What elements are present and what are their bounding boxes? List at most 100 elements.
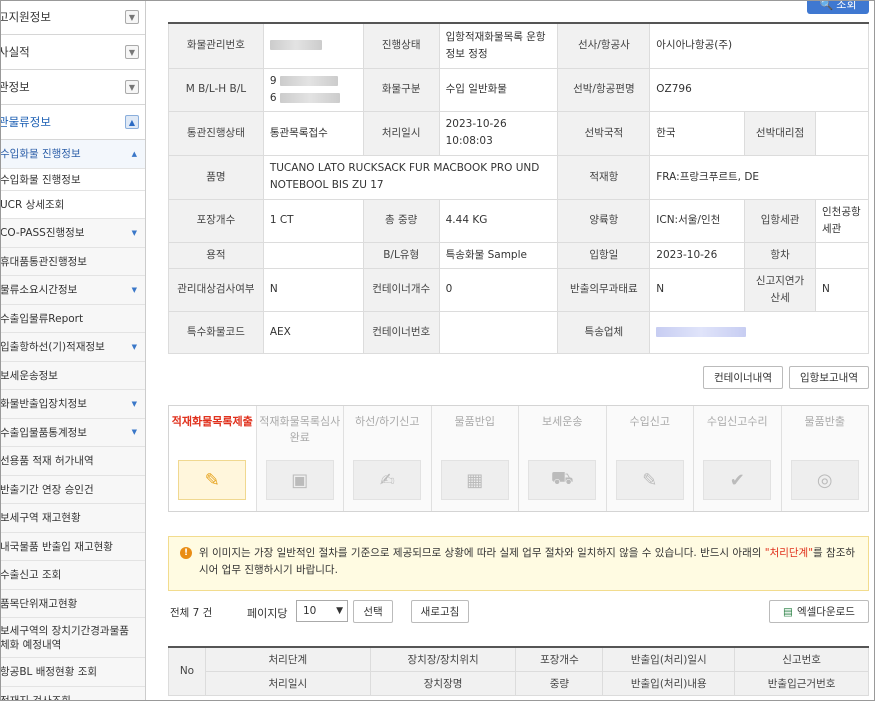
per-page-value: 10 [303, 605, 317, 617]
sidebar-item-item-stock[interactable]: 품목단위재고현황 [0, 589, 145, 618]
chevron-down-icon: ▼ [336, 606, 343, 616]
sidebar-item-bonded-transport[interactable]: 보세운송정보 [0, 361, 145, 390]
usage-value [262, 241, 364, 269]
step-label: 보세운송 [542, 415, 583, 428]
col-header: 장치장명 [369, 670, 517, 696]
per-page-select[interactable]: 10 ▼ [296, 600, 348, 622]
sidebar-item-import-progress[interactable]: 수입화물 진행정보 ▲ [0, 140, 145, 169]
sidebar-item-report[interactable]: 수출입물류Report [0, 304, 145, 333]
col-no: No [168, 646, 206, 696]
list-toolbar: 전체 7 건 페이지당 10 ▼ 선택 새로고침 ▤ 엑셀다운로드 [168, 600, 869, 624]
sidebar-subitem-import-progress[interactable]: 수입화물 진행정보 [0, 168, 145, 191]
excel-icon: ▤ [783, 605, 793, 618]
container-count-label: 컨테이너개수 [362, 267, 440, 312]
sidebar-item-cargo-inout[interactable]: 화물반출입장치정보 ▼ [0, 390, 145, 419]
refresh-button[interactable]: 새로고침 [411, 600, 469, 623]
bl-prefix-house: 6 [269, 91, 277, 104]
sidebar-group-customs[interactable]: 관정보 ▼ [0, 70, 145, 105]
search-icon: 🔍 [819, 0, 834, 11]
unload-port-label: 양륙항 [557, 198, 651, 243]
step-label: 하선/하기신고 [355, 415, 420, 428]
sidebar-item-label: CO-PASS진행정보 [0, 227, 85, 240]
step-bonded-transport: 보세운송 ⛟ [519, 406, 607, 511]
caret-down-icon: ▼ [131, 428, 137, 437]
search-button-label: 조회 [836, 0, 857, 11]
sidebar-item-label: 수출입물류Report [0, 312, 84, 325]
sidebar-item-label: UCR 상세조회 [0, 198, 65, 211]
caret-up-icon: ▲ [131, 149, 137, 158]
sidebar-item-ship-supplies[interactable]: 선용품 적재 허가내역 [0, 447, 145, 476]
chevron-down-icon[interactable]: ▼ [125, 80, 139, 94]
step-import-declaration: 수입신고 ✎ [606, 406, 694, 511]
sidebar-group-results[interactable]: 사실적 ▼ [0, 35, 145, 70]
col-header: 신고번호 [734, 646, 869, 672]
bl-type-label: B/L유형 [362, 241, 440, 269]
caret-down-icon: ▼ [131, 342, 137, 351]
inspect-value: N [262, 267, 364, 312]
col-header: 장치장/장치위치 [369, 646, 517, 672]
chevron-down-icon[interactable]: ▼ [125, 45, 139, 59]
step-goods-out: 물품반출 ◎ [781, 406, 868, 511]
chevron-up-icon[interactable]: ▲ [125, 115, 139, 129]
special-code-label: 특수화물코드 [168, 310, 264, 354]
sidebar-group-support[interactable]: 고지원정보 ▼ [0, 0, 145, 35]
sidebar-item-air-bl[interactable]: 항공BL 배정현황 조회 [0, 658, 145, 687]
cargo-no-label: 화물관리번호 [168, 22, 264, 69]
voyage-value [815, 241, 869, 269]
processed-value: 2023-10-26 10:08:03 [438, 110, 559, 156]
container-no-value [438, 310, 559, 354]
excel-download-button[interactable]: ▤ 엑셀다운로드 [769, 600, 869, 623]
sidebar-item-inspection[interactable]: 적재지 검사조회 [0, 686, 145, 701]
agent-value [815, 110, 869, 156]
step-label: 수입신고 [629, 415, 670, 428]
warning-icon: ! [180, 547, 192, 559]
step-label: 물품반입 [454, 415, 495, 428]
sidebar-item-label: 수입화물 진행정보 [0, 148, 81, 161]
step-label: 적재화물목록심사완료 [259, 415, 341, 444]
redacted-mask [656, 326, 747, 337]
notice-text: 위 이미지는 가장 일반적인 절차를 기준으로 제공되므로 상황에 따라 실제 … [199, 547, 765, 559]
sidebar-item-label: 선용품 적재 허가내역 [0, 455, 94, 468]
flight-label: 선박/항공편명 [557, 67, 651, 112]
stamp-icon: ▣ [265, 460, 334, 500]
sidebar-item-bonded-stock[interactable]: 보세구역 재고현황 [0, 504, 145, 533]
sidebar-item-ucr[interactable]: UCR 상세조회 [0, 190, 145, 219]
status-label: 진행상태 [362, 22, 440, 69]
select-button[interactable]: 선택 [353, 600, 393, 623]
step-label: 물품반출 [804, 415, 845, 428]
bl-type-value: 특송화물 Sample [438, 241, 559, 269]
carrier-label: 선사/항공사 [557, 22, 651, 69]
sidebar-item-overdue-goods[interactable]: 보세구역의 장치기간경과물품 체화 예정내역 [0, 618, 145, 658]
col-header: 중량 [515, 670, 604, 696]
step-unloading: 하선/하기신고 ✍ [344, 406, 432, 511]
notice-highlight: "처리단계" [764, 547, 814, 559]
col-header: 포장개수 [515, 646, 604, 672]
redacted-mask [269, 40, 322, 51]
item-value: TUCANO LATO RUCKSACK FUR MACBOOK PRO UND… [262, 154, 559, 200]
search-button[interactable]: 🔍 조회 [807, 0, 869, 14]
sidebar-item-label: 수입화물 진행정보 [0, 173, 81, 186]
step-import-acceptance: 수입신고수리 ✔ [694, 406, 782, 511]
sidebar-item-export-declaration[interactable]: 수출신고 조회 [0, 561, 145, 590]
sidebar-item-label: 보세구역 재고현황 [0, 512, 81, 525]
sidebar-item-domestic-stock[interactable]: 내국물품 반출입 재고현황 [0, 532, 145, 561]
courier-value [649, 310, 869, 354]
chevron-down-icon[interactable]: ▼ [125, 10, 139, 24]
sidebar-group-label: 관물류정보 [0, 115, 51, 129]
sidebar-item-baggage[interactable]: 휴대품통관진행정보 [0, 247, 145, 276]
usage-label: 용적 [168, 241, 264, 269]
processed-label: 처리일시 [362, 110, 440, 156]
sidebar-item-label: 품목단위재고현황 [0, 597, 78, 610]
entry-customs-value: 인천공항세관 [815, 198, 869, 243]
container-history-button[interactable]: 컨테이너내역 [703, 366, 783, 389]
sidebar-item-statistics[interactable]: 수출입물품통계정보 ▼ [0, 418, 145, 447]
sidebar-item-export-extension[interactable]: 반출기간 연장 승인건 [0, 475, 145, 504]
sidebar-item-logistics-time[interactable]: 물류소요시간정보 ▼ [0, 276, 145, 305]
entry-report-button[interactable]: 입항보고내역 [789, 366, 869, 389]
sidebar-item-label: 화물반출입장치정보 [0, 398, 87, 411]
pkg-value: 1 CT [262, 198, 364, 243]
sidebar-item-loading[interactable]: 입출항하선(기)적재정보 ▼ [0, 333, 145, 362]
sidebar-item-copass[interactable]: CO-PASS진행정보 ▼ [0, 219, 145, 248]
col-header: 반출입(처리)일시 [602, 646, 736, 672]
sidebar-group-logistics[interactable]: 관물류정보 ▲ [0, 105, 145, 140]
